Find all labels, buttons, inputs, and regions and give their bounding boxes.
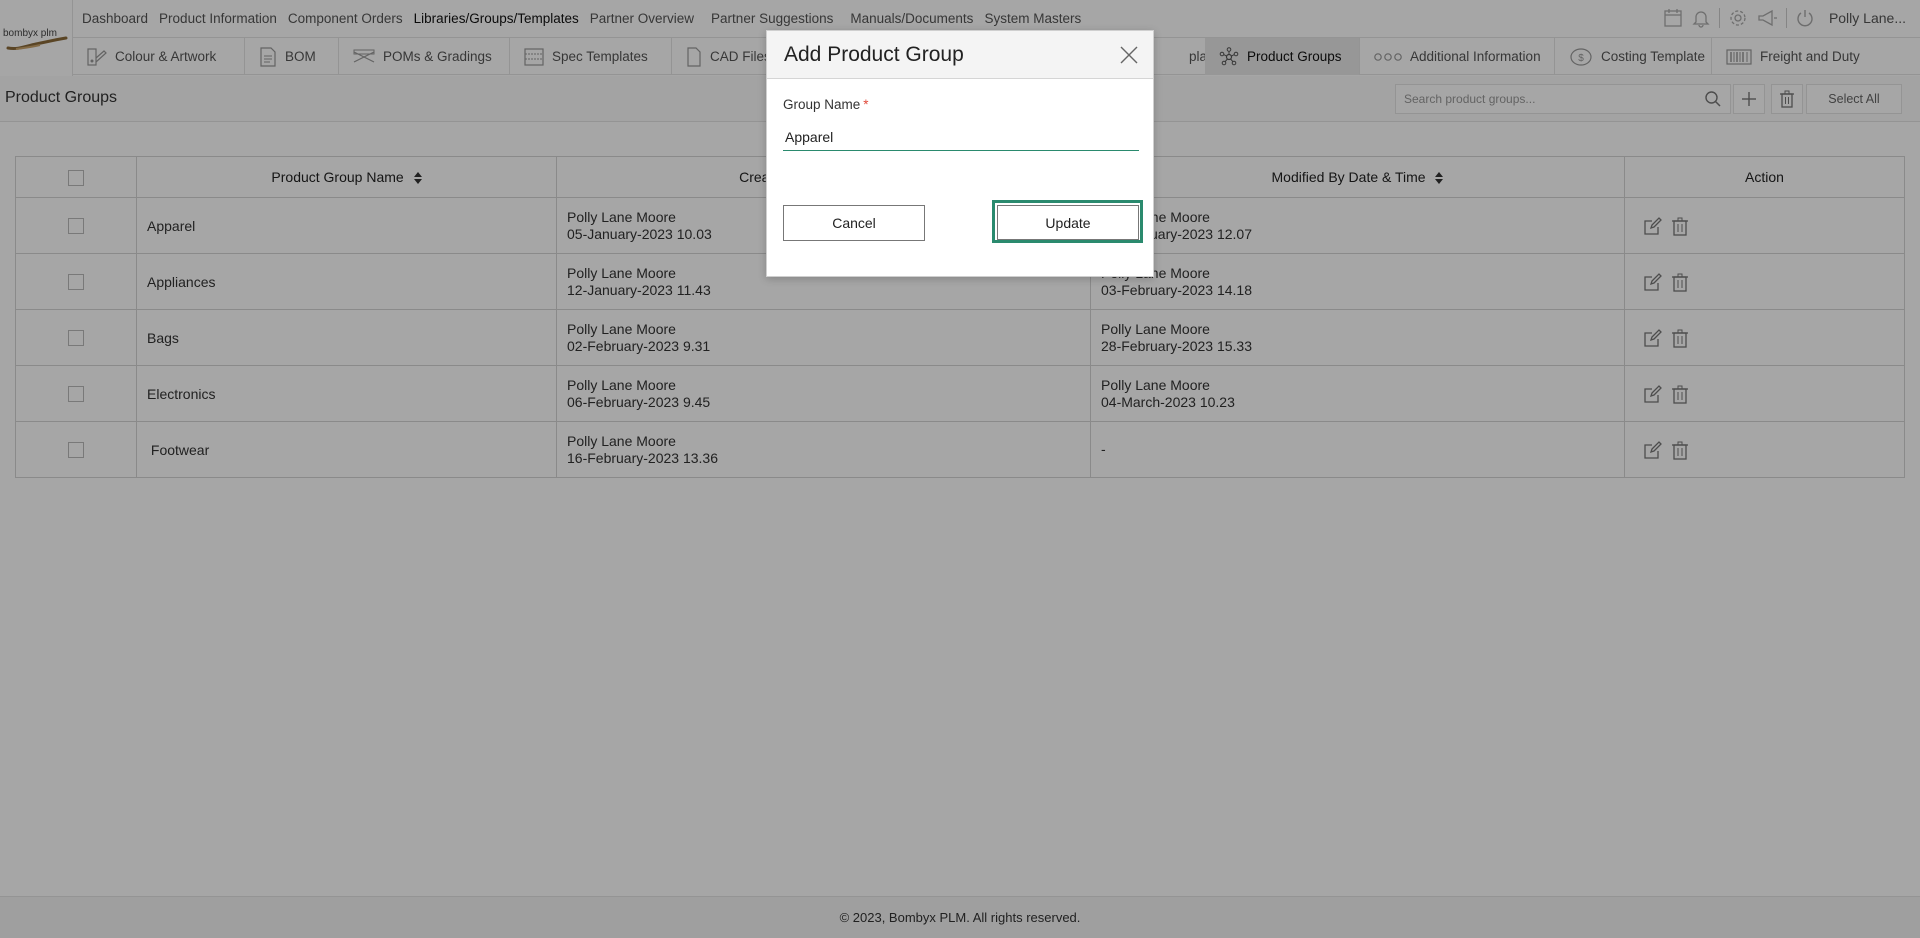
update-button[interactable]: Update [997,205,1139,240]
field-label-text: Group Name [783,97,861,112]
required-marker: * [863,97,869,112]
dialog-header: Add Product Group [767,31,1153,79]
dialog-title: Add Product Group [784,43,964,66]
add-product-group-dialog: Add Product Group Group Name* Cancel Upd… [766,30,1154,277]
cancel-button[interactable]: Cancel [783,205,925,241]
group-name-input[interactable] [783,123,1139,151]
group-name-label: Group Name * [783,97,869,112]
close-icon[interactable] [1119,45,1139,65]
